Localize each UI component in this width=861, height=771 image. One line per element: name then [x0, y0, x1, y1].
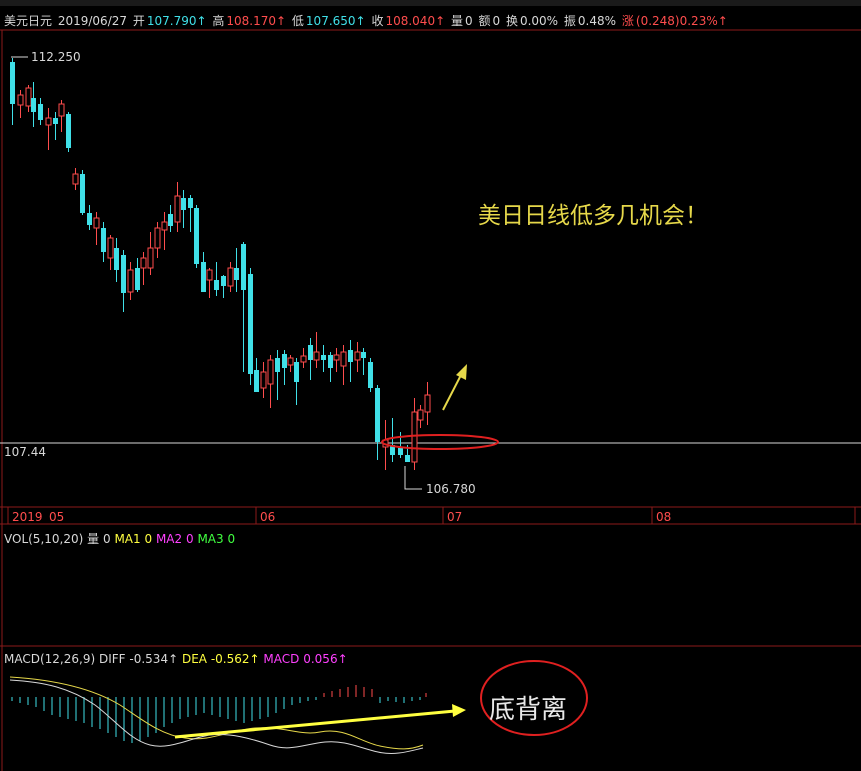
date-label-aug: 08	[656, 510, 671, 524]
diff-line	[9, 679, 424, 754]
dea-value: -0.562↑	[210, 652, 260, 666]
up-arrow-icon	[456, 364, 467, 380]
macd-indicator-name[interactable]: MACD(12,26,9)	[4, 652, 95, 666]
low-marker-value: 106.780	[426, 482, 476, 496]
ma1-label: MA1	[114, 532, 141, 546]
date-label-jun: 06	[260, 510, 275, 524]
date-label-year: 2019	[12, 510, 43, 524]
candle-down	[121, 255, 126, 293]
candle-up	[300, 355, 307, 363]
candle-down	[321, 355, 326, 360]
candle-up	[417, 409, 424, 421]
candle-up	[227, 267, 234, 287]
candle-up	[140, 257, 147, 269]
candle-down	[361, 352, 366, 358]
candle-down	[405, 455, 410, 462]
candle-down	[38, 104, 43, 120]
candle-down	[282, 354, 287, 368]
macd-legend: MACD(12,26,9) DIFF -0.534↑ DEA -0.562↑ M…	[4, 652, 348, 666]
crosshair-value: 107.44	[4, 445, 46, 459]
candle-down	[181, 198, 186, 210]
candle-down	[308, 345, 313, 360]
candle-down	[194, 208, 199, 264]
candle-down	[10, 62, 15, 104]
candle-down	[221, 276, 226, 286]
candle-up	[17, 94, 24, 106]
divergence-arrow-icon	[452, 704, 466, 717]
candle-down	[375, 388, 380, 442]
candlesticks	[10, 58, 431, 470]
candle-down	[275, 358, 280, 372]
ma3-value: 0	[227, 532, 236, 546]
candle-down	[168, 214, 173, 226]
vol-label: 量	[87, 532, 100, 546]
macd-annotation: 底背离	[489, 695, 567, 725]
low-marker-line	[404, 466, 422, 490]
candle-down	[328, 355, 333, 368]
candle-up	[313, 351, 320, 361]
candle-up	[72, 173, 79, 185]
vol-value: 0	[102, 532, 111, 546]
macd-value: 0.056↑	[303, 652, 348, 666]
candle-up	[58, 103, 65, 117]
ma2-value: 0	[185, 532, 194, 546]
candle-up	[107, 237, 114, 259]
candle-down	[114, 248, 119, 270]
vol-indicator-name[interactable]: VOL(5,10,20)	[4, 532, 83, 546]
candle-up	[25, 87, 32, 107]
candle-down	[254, 370, 259, 392]
ma1-value: 0	[144, 532, 153, 546]
candle-down	[188, 198, 193, 208]
candle-up	[206, 269, 213, 281]
candle-up	[424, 394, 431, 413]
vol-legend: VOL(5,10,20) 量 0 MA1 0 MA2 0 MA3 0	[4, 530, 235, 547]
candle-up	[127, 269, 134, 293]
date-label-may: 05	[49, 510, 64, 524]
candle-down	[87, 213, 92, 225]
high-marker-value: 112.250	[31, 50, 81, 64]
candle-down	[214, 280, 219, 290]
candle-down	[31, 98, 36, 112]
diff-value: -0.534↑	[129, 652, 179, 666]
candle-up	[411, 411, 418, 463]
candle-down	[234, 268, 239, 280]
candle-up	[287, 357, 294, 366]
candle-down	[294, 362, 299, 382]
candle-down	[101, 228, 106, 252]
candle-up	[333, 354, 340, 361]
candle-up	[161, 221, 168, 231]
dea-label: DEA	[181, 652, 207, 666]
candle-down	[241, 244, 246, 290]
candle-up	[154, 227, 161, 249]
date-label-jul: 07	[447, 510, 462, 524]
support-circle	[381, 434, 499, 450]
candle-down	[66, 114, 71, 148]
candle-down	[398, 448, 403, 455]
candle-down	[201, 262, 206, 292]
dea-line	[9, 676, 424, 750]
candle-up	[174, 195, 181, 223]
date-axis: 2019 05 06 07 08	[7, 507, 856, 524]
macd-label: MACD	[263, 652, 300, 666]
ma3-label: MA3	[197, 532, 224, 546]
candle-up	[260, 371, 267, 389]
candle-up	[45, 117, 52, 126]
candle-down	[348, 350, 353, 362]
candle-up	[267, 359, 274, 385]
price-annotation: 美日日线低多几机会！	[478, 203, 708, 229]
up-arrow-shaft	[442, 374, 462, 411]
candle-up	[147, 247, 154, 269]
candle-down	[248, 274, 253, 374]
candle-down	[135, 268, 140, 290]
ma2-label: MA2	[155, 532, 183, 546]
candle-down	[80, 174, 85, 213]
candle-up	[354, 351, 361, 361]
candle-down	[53, 118, 58, 124]
candle-up	[93, 217, 100, 229]
candle-up	[340, 351, 347, 367]
candle-down	[368, 362, 373, 388]
diff-label: DIFF	[98, 652, 126, 666]
